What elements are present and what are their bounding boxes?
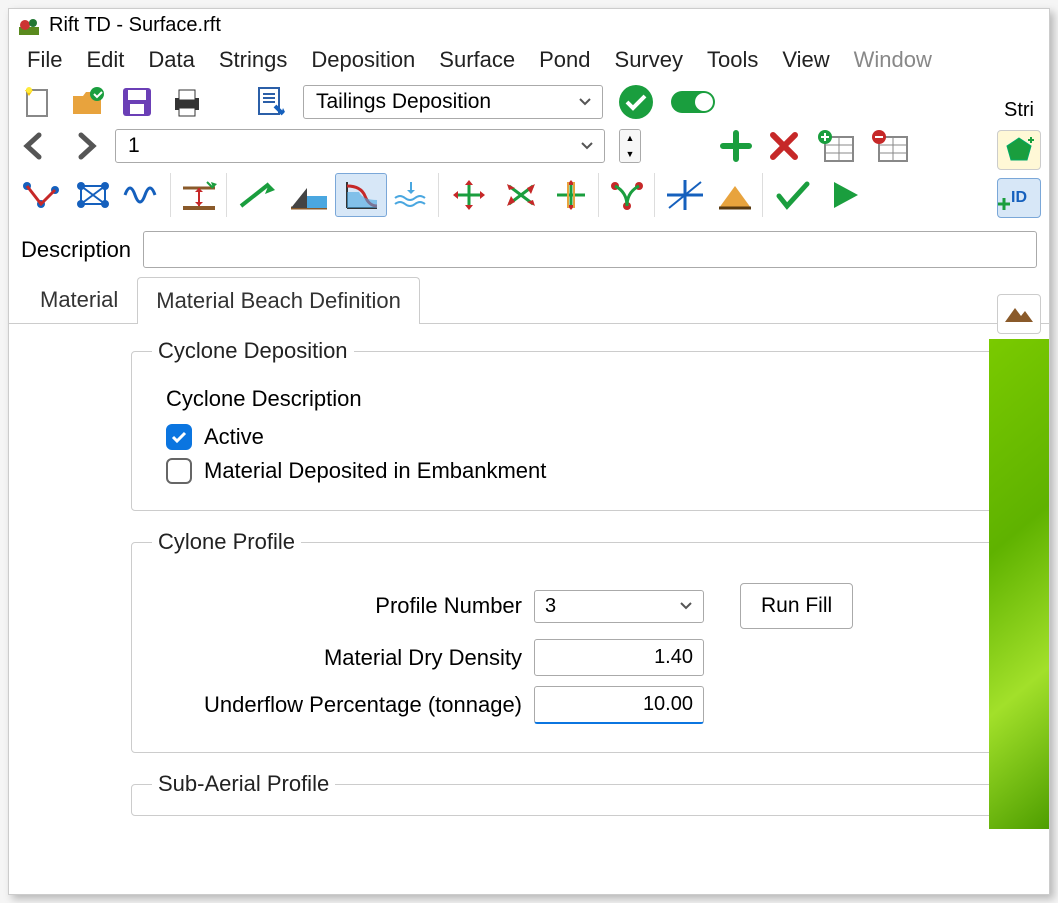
titlebar: Rift TD - Surface.rft: [9, 9, 1049, 41]
forward-arrow-icon[interactable]: [67, 129, 101, 163]
play-icon[interactable]: [819, 173, 871, 217]
terrain-icon[interactable]: [997, 294, 1041, 334]
accept-icon[interactable]: [617, 83, 655, 121]
edit-document-icon[interactable]: [253, 84, 289, 120]
remove-grid-icon[interactable]: [869, 129, 909, 163]
node-branch-icon[interactable]: [603, 173, 655, 217]
move-diagonal-icon[interactable]: [495, 173, 547, 217]
dry-density-label: Material Dry Density: [152, 645, 522, 671]
profile-number-value: 3: [545, 595, 556, 617]
embankment-checkbox[interactable]: [166, 458, 192, 484]
toolbar-tools: [9, 167, 1049, 223]
add-icon[interactable]: [719, 129, 753, 163]
menubar: File Edit Data Strings Deposition Surfac…: [9, 41, 1049, 79]
active-checkbox[interactable]: [166, 424, 192, 450]
polyline-icon[interactable]: [15, 173, 67, 217]
menu-window[interactable]: Window: [842, 43, 944, 77]
deposition-select[interactable]: Tailings Deposition: [303, 85, 603, 119]
chevron-down-icon: [578, 95, 592, 109]
nav-select-value: 1: [128, 134, 140, 157]
toggle-on-icon[interactable]: [669, 87, 717, 117]
menu-pond[interactable]: Pond: [527, 43, 602, 77]
menu-survey[interactable]: Survey: [603, 43, 695, 77]
save-icon[interactable]: [119, 84, 155, 120]
menu-data[interactable]: Data: [136, 43, 206, 77]
menu-file[interactable]: File: [15, 43, 74, 77]
deposition-select-value: Tailings Deposition: [316, 90, 491, 114]
content-area: Cyclone Deposition Cyclone Description A…: [9, 324, 1049, 894]
new-file-icon[interactable]: [19, 84, 55, 120]
cyclone-deposition-legend: Cyclone Deposition: [152, 338, 354, 364]
level-measure-icon[interactable]: [175, 173, 227, 217]
embankment-label: Material Deposited in Embankment: [204, 458, 546, 484]
open-folder-icon[interactable]: [69, 84, 105, 120]
terrain-preview: [989, 339, 1049, 829]
app-icon: [17, 13, 41, 37]
menu-view[interactable]: View: [770, 43, 841, 77]
app-window: Rift TD - Surface.rft File Edit Data Str…: [8, 8, 1050, 895]
back-arrow-icon[interactable]: [19, 129, 53, 163]
chevron-down-icon: [580, 139, 594, 153]
toolbar-main: Tailings Deposition: [9, 79, 1049, 125]
mesh-icon[interactable]: [67, 173, 119, 217]
chevron-down-icon: [679, 599, 693, 613]
nav-spinner[interactable]: ▲▼: [619, 129, 641, 163]
stri-label: Stri: [1004, 99, 1034, 122]
menu-surface[interactable]: Surface: [427, 43, 527, 77]
underflow-input[interactable]: [534, 686, 704, 724]
underflow-label: Underflow Percentage (tonnage): [152, 692, 522, 718]
cyclone-deposition-group: Cyclone Deposition Cyclone Description A…: [131, 338, 1019, 511]
menu-deposition[interactable]: Deposition: [299, 43, 427, 77]
dry-density-input[interactable]: [534, 639, 704, 676]
profile-chart-icon[interactable]: [335, 173, 387, 217]
menu-strings[interactable]: Strings: [207, 43, 299, 77]
nav-select[interactable]: 1: [115, 129, 605, 163]
waveform-icon[interactable]: [119, 173, 171, 217]
cyclone-profile-group: Cylone Profile Profile Number 3 Run Fill…: [131, 529, 1019, 753]
toolbar-nav: 1 ▲▼: [9, 125, 1049, 167]
menu-edit[interactable]: Edit: [74, 43, 136, 77]
move-split-icon[interactable]: [547, 173, 599, 217]
tab-material[interactable]: Material: [21, 276, 137, 323]
profile-number-label: Profile Number: [152, 593, 522, 619]
print-icon[interactable]: [169, 84, 205, 120]
window-title: Rift TD - Surface.rft: [49, 14, 221, 37]
right-panel: Stri ID: [989, 99, 1049, 334]
profile-number-select[interactable]: 3: [534, 590, 704, 623]
tabs: Material Material Beach Definition: [9, 276, 1049, 324]
tab-material-beach-definition[interactable]: Material Beach Definition: [137, 277, 420, 324]
active-label: Active: [204, 424, 264, 450]
move-4way-icon[interactable]: [443, 173, 495, 217]
axes-icon[interactable]: [659, 173, 711, 217]
check-icon[interactable]: [767, 173, 819, 217]
id-add-icon[interactable]: ID: [997, 178, 1041, 218]
menu-tools[interactable]: Tools: [695, 43, 770, 77]
sub-aerial-legend: Sub-Aerial Profile: [152, 771, 335, 797]
cyclone-profile-legend: Cylone Profile: [152, 529, 301, 555]
add-grid-icon[interactable]: [815, 129, 855, 163]
run-fill-button[interactable]: Run Fill: [740, 583, 853, 629]
delete-icon[interactable]: [767, 129, 801, 163]
description-input[interactable]: [143, 231, 1037, 268]
trend-up-icon[interactable]: [231, 173, 283, 217]
cyclone-description-label: Cyclone Description: [166, 386, 998, 412]
sub-aerial-group: Sub-Aerial Profile: [131, 771, 1019, 816]
dam-section-icon[interactable]: [283, 173, 335, 217]
water-level-icon[interactable]: [387, 173, 439, 217]
description-label: Description: [21, 237, 131, 263]
polygon-add-icon[interactable]: [997, 130, 1041, 170]
description-row: Description: [9, 223, 1049, 276]
dam-fill-icon[interactable]: [711, 173, 763, 217]
